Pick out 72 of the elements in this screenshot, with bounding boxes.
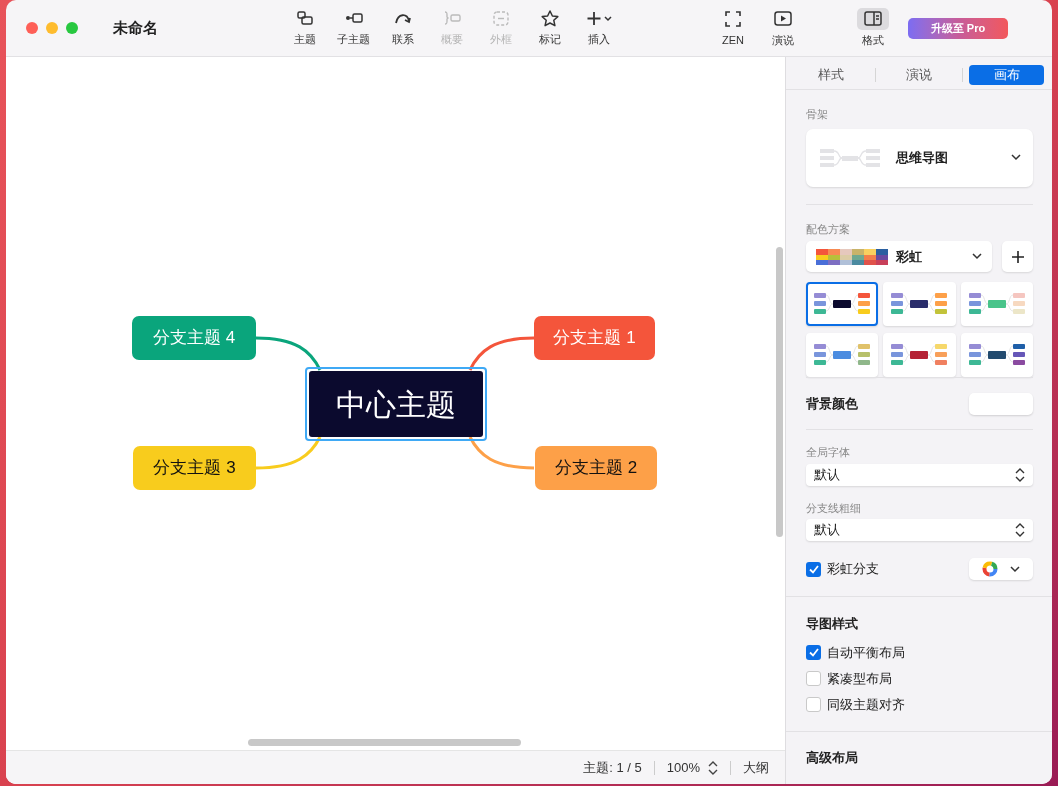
toolbar-button[interactable]: 标记 [528, 8, 571, 48]
toolbar-button[interactable]: 格式 [850, 7, 896, 49]
panel-tab[interactable]: 样式 [794, 64, 869, 85]
checkbox-label: 紧凑型布局 [827, 669, 892, 688]
add-button[interactable] [1002, 241, 1033, 272]
zoom-button[interactable] [66, 22, 78, 34]
toolbar-button[interactable]: 主题 [283, 8, 326, 48]
play-icon [773, 8, 793, 29]
section-label: 配色方案 [806, 221, 851, 237]
checkbox[interactable] [806, 561, 821, 577]
setting-label: 背景颜色 [806, 395, 858, 414]
section-heading: 导图样式 [806, 615, 859, 633]
vertical-scrollbar[interactable] [776, 247, 783, 537]
horizontal-scrollbar[interactable] [248, 739, 521, 746]
section-label: 骨架 [806, 107, 829, 122]
chevron-down-icon [1010, 565, 1020, 573]
sidebar-icon [863, 8, 883, 29]
chevron-down-icon [972, 253, 982, 260]
theme-thumbnail[interactable] [883, 333, 956, 377]
line-width-select[interactable]: 默认 [806, 519, 1033, 541]
branch-line [468, 435, 536, 471]
checkbox[interactable] [806, 671, 821, 686]
window-title: 未命名 [113, 17, 159, 38]
font-select[interactable]: 默认 [806, 463, 1033, 486]
theme-thumbnail[interactable] [883, 282, 956, 326]
checkmark-icon [808, 564, 819, 574]
checkbox[interactable] [806, 645, 821, 660]
stepper-icon [1015, 467, 1025, 482]
chevron-down-icon [1011, 154, 1021, 161]
zoom-level[interactable]: 100% [666, 757, 718, 778]
topic-count: 主题: 1 / 5 [583, 758, 642, 777]
color-scheme-dropdown[interactable]: 彩虹 [806, 241, 992, 272]
branch-color-dropdown[interactable] [969, 558, 1033, 580]
stepper-icon [708, 760, 718, 775]
outline-button[interactable]: 大纲 [743, 757, 769, 778]
checkbox-label: 彩虹分支 [827, 560, 880, 579]
toolbar-button[interactable]: 插入 [577, 8, 620, 48]
stepper-icon [1015, 523, 1025, 537]
checkbox-label: 自动平衡布局 [827, 643, 905, 662]
upgrade-button[interactable]: 升级至 Pro [908, 17, 1008, 39]
background-color-swatch[interactable] [969, 393, 1033, 415]
theme-thumbnail[interactable] [960, 282, 1033, 326]
skeleton-dropdown[interactable]: 思维导图 [806, 128, 1033, 187]
section-label: 分支线粗细 [806, 500, 862, 516]
star-icon [539, 8, 560, 29]
panel-tab[interactable]: 画布 [969, 64, 1044, 85]
plus-icon [1011, 250, 1024, 263]
branch-line [468, 336, 536, 372]
branch-topic[interactable]: 分支主题 3 [133, 446, 256, 490]
theme-thumbnail[interactable] [806, 282, 879, 326]
theme-thumbnail[interactable] [960, 333, 1033, 377]
toolbar-button[interactable]: 演说 [760, 7, 806, 49]
section-label: 全局字体 [806, 445, 851, 460]
canvas[interactable]: 中心主题 分支主题 4 分支主题 1 分支主题 3 分支主题 2 [6, 57, 785, 750]
rainbow-swatch-icon [816, 248, 888, 265]
branch-line [256, 435, 324, 471]
boundary-icon [490, 8, 511, 29]
toolbar-button[interactable]: 子主题 [332, 8, 375, 48]
checkmark-icon [808, 648, 819, 657]
color-wheel-icon [982, 561, 998, 577]
toolbar-button[interactable]: 联系 [381, 8, 424, 48]
central-topic[interactable]: 中心主题 [309, 371, 483, 437]
branch-topic[interactable]: 分支主题 2 [535, 446, 657, 490]
checkbox[interactable] [806, 697, 821, 712]
theme-thumbnail[interactable] [806, 333, 879, 377]
checkbox-label: 同级主题对齐 [827, 695, 905, 714]
branch-line [256, 336, 324, 372]
section-heading: 高级布局 [806, 748, 859, 767]
close-button[interactable] [26, 22, 38, 34]
panel-tab[interactable]: 演说 [881, 64, 957, 85]
fullscreen-icon [723, 8, 743, 29]
toolbar-button[interactable]: ZEN [710, 7, 756, 49]
